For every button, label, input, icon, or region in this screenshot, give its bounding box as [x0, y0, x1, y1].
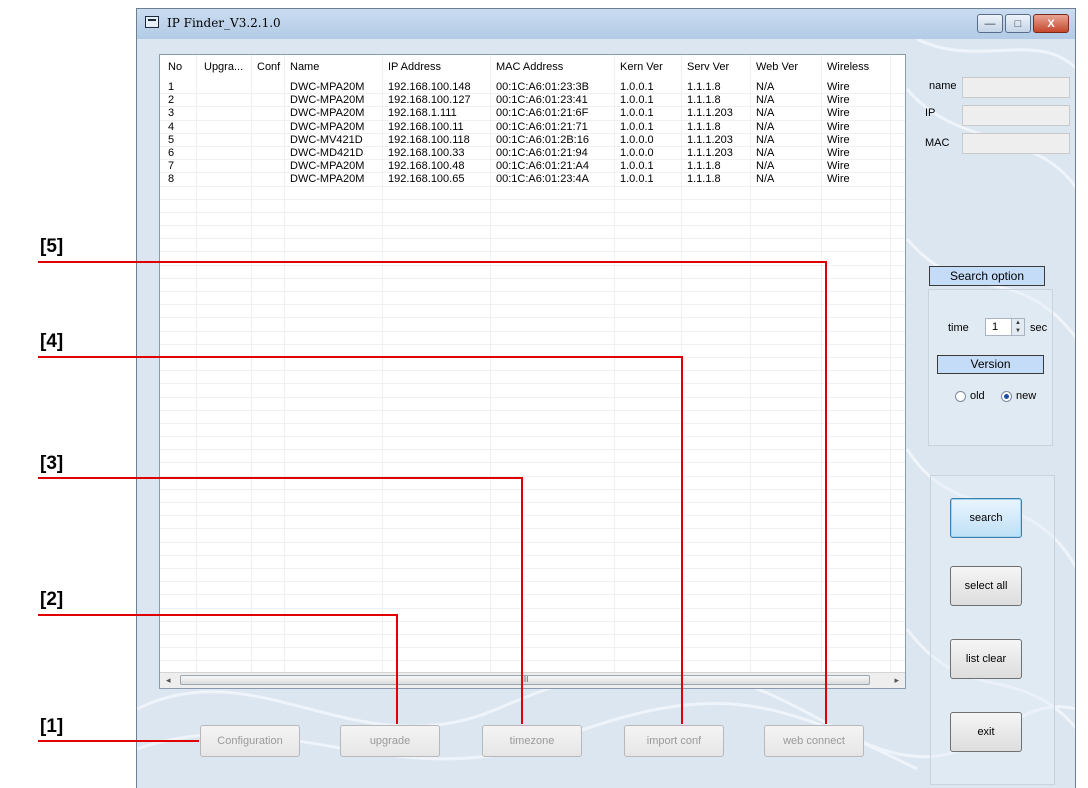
callout-label-1: [1] [40, 716, 64, 737]
callout-line-3 [38, 477, 523, 724]
callout-lines [38, 261, 827, 742]
callout-line-2 [38, 614, 398, 724]
callout-line-4 [38, 356, 683, 724]
callout-label-5: [5] [40, 236, 64, 257]
callout-label-2: [2] [40, 589, 64, 610]
callout-label-3: [3] [40, 453, 64, 474]
callout-line-5 [38, 261, 827, 724]
callout-label-4: [4] [40, 331, 64, 352]
